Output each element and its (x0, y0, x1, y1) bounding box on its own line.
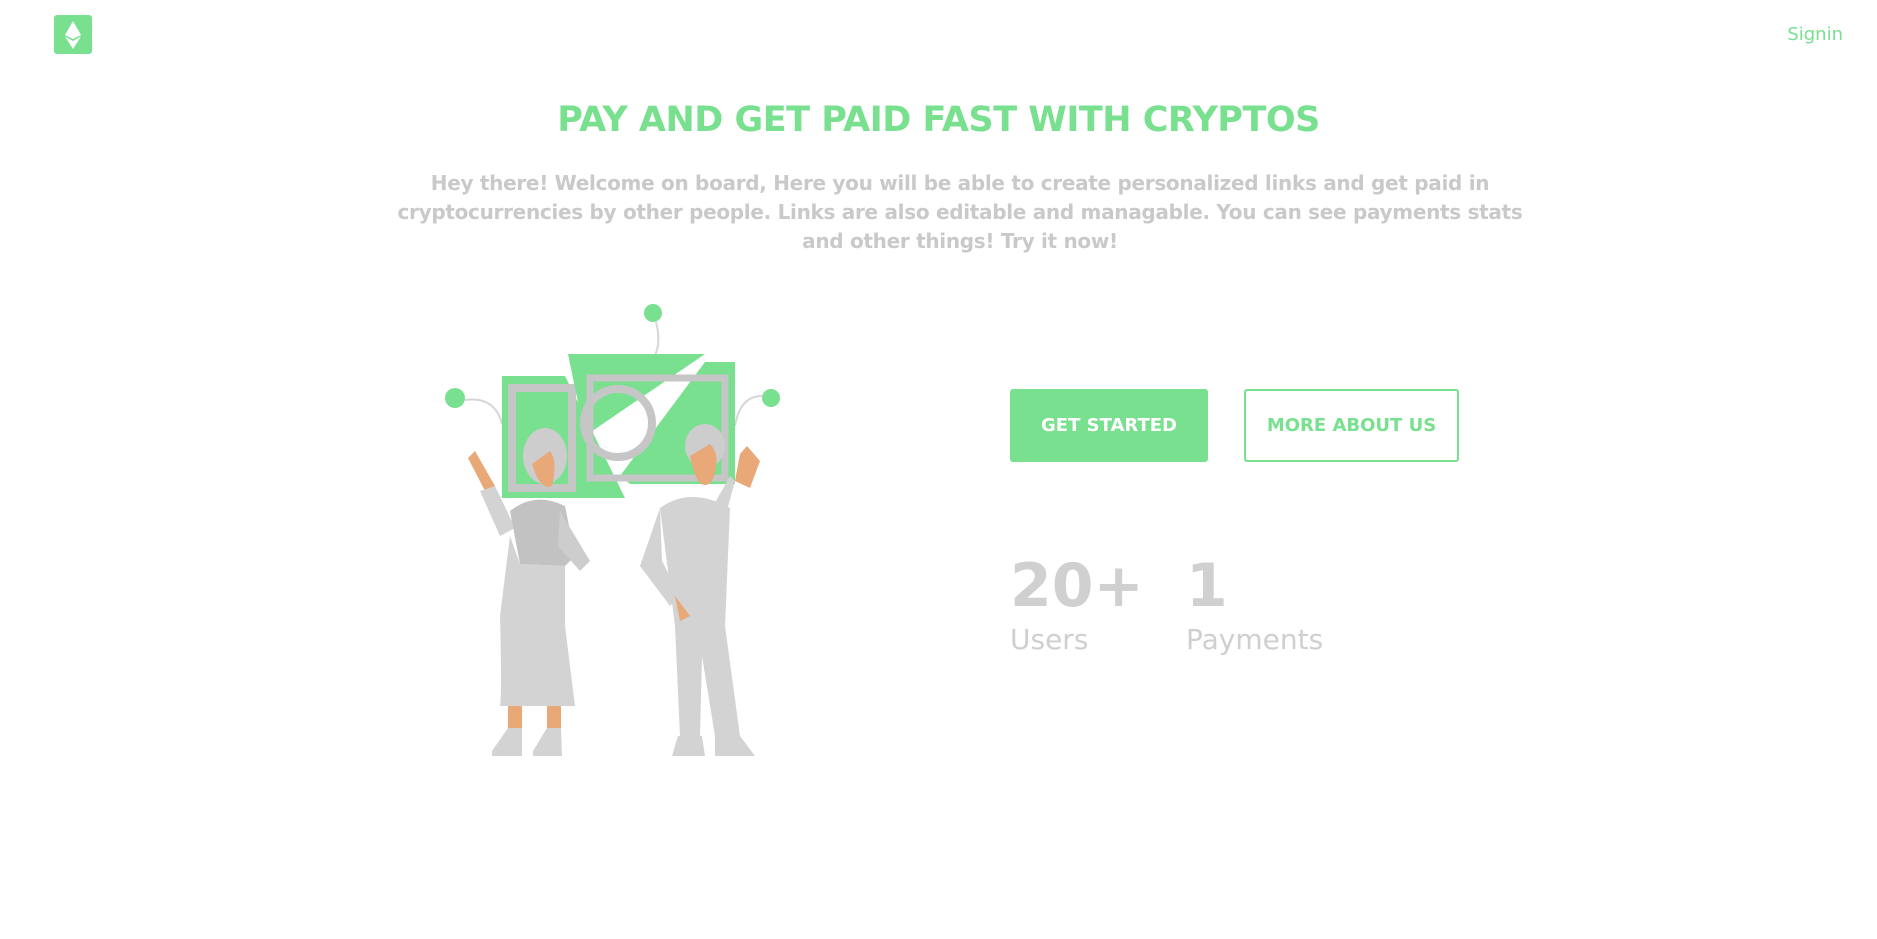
hero-title: PAY AND GET PAID FAST WITH CRYPTOS (557, 100, 1320, 140)
stat-users-label: Users (1010, 623, 1089, 656)
stat-payments-label: Payments (1186, 623, 1324, 656)
payment-illustration (445, 304, 780, 756)
stat-payments: 1 Payments (1186, 550, 1323, 658)
stat-users-value: 20+ (1010, 551, 1144, 621)
landing-page: Signin PAY AND GET PAID FAST WITH CRYPTO… (0, 0, 1877, 939)
stat-users: 20+ Users (1010, 550, 1144, 658)
logo[interactable] (54, 15, 92, 54)
ethereum-icon (65, 20, 81, 49)
hero-subtitle: Hey there! Welcome on board, Here you wi… (397, 171, 1523, 253)
stat-payments-value: 1 (1186, 551, 1228, 621)
get-started-button[interactable]: GET STARTED (1010, 389, 1208, 462)
more-about-us-button[interactable]: MORE ABOUT US (1244, 389, 1459, 462)
signin-link[interactable]: Signin (1787, 24, 1843, 45)
